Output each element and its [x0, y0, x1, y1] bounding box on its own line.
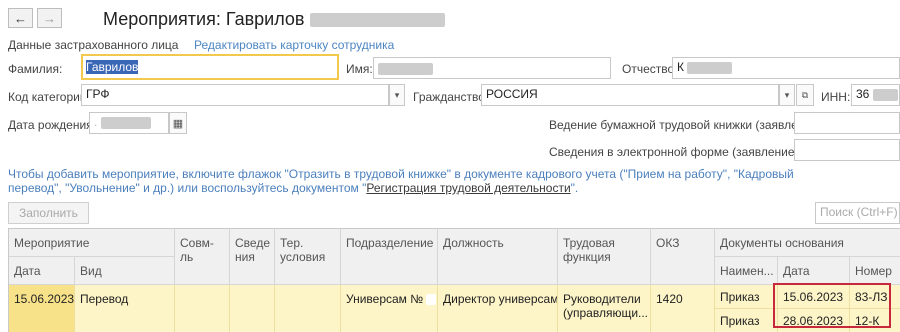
paper-book-label: Ведение бумажной трудовой книжки (заявле… [549, 118, 826, 132]
surname-label: Фамилия: [8, 62, 63, 76]
highlight-box [773, 283, 891, 328]
header-combined[interactable]: Совм-ль [175, 229, 230, 285]
header-position[interactable]: Должность [438, 229, 558, 285]
header-doc-number[interactable]: Номер [850, 257, 900, 285]
cell-conditions[interactable] [275, 285, 341, 332]
search-input[interactable]: Поиск (Ctrl+F) [815, 202, 900, 224]
citizenship-label: Гражданство: [413, 90, 489, 104]
redacted-block [687, 61, 733, 74]
chevron-down-icon: ▾ [394, 89, 400, 100]
patronymic-value: К [677, 60, 684, 74]
header-info[interactable]: Сведе ния [230, 229, 275, 285]
arrow-left-icon: ← [14, 10, 27, 26]
name-field[interactable] [373, 57, 611, 79]
calendar-icon: ▦ [172, 117, 184, 130]
patronymic-field[interactable]: К [672, 57, 900, 79]
cell-kind[interactable]: Перевод [75, 285, 175, 332]
edit-employee-link[interactable]: Редактировать карточку сотрудника [194, 38, 394, 52]
arrow-right-icon: → [43, 10, 56, 26]
header-function[interactable]: Трудовая функция [558, 229, 651, 285]
citizenship-field[interactable]: РОССИЯ [481, 84, 779, 106]
inn-label: ИНН: [821, 90, 851, 104]
category-dropdown-button[interactable]: ▾ [389, 84, 405, 106]
events-table: Мероприятие Дата Вид Совм-ль Сведе ния Т… [8, 228, 900, 332]
doc-name-2[interactable]: Приказ [715, 309, 778, 332]
electronic-form-label: Сведения в электронной форме (заявление)… [549, 145, 802, 159]
paper-book-field[interactable] [794, 112, 900, 134]
cell-info[interactable] [230, 285, 275, 332]
division-value: Универсам № [346, 292, 424, 306]
redacted-block [872, 88, 898, 101]
header-doc-name[interactable]: Наимен... [715, 257, 778, 285]
forward-button[interactable]: → [37, 8, 62, 28]
surname-value: Гаврилов [86, 60, 139, 74]
birth-date-field[interactable]: . [89, 112, 169, 134]
back-button[interactable]: ← [8, 8, 33, 28]
header-okz[interactable]: ОКЗ [651, 229, 715, 285]
citizenship-value: РОССИЯ [486, 87, 538, 101]
header-doc-date[interactable]: Дата [778, 257, 850, 285]
citizenship-dropdown-button[interactable]: ▾ [779, 84, 795, 106]
redacted-block [309, 13, 445, 28]
cell-position[interactable]: Директор универсама [438, 285, 558, 332]
patronymic-label: Отчество: [622, 62, 678, 76]
header-event[interactable]: Мероприятие [9, 229, 175, 257]
doc-name-1[interactable]: Приказ [715, 285, 778, 309]
cell-date[interactable]: 15.06.2023 [9, 285, 75, 332]
citizenship-open-button[interactable]: ⧉ [796, 84, 814, 106]
fill-button[interactable]: Заполнить [8, 202, 89, 224]
cell-function[interactable]: Руководители (управляющи... [558, 285, 651, 332]
cell-okz[interactable]: 1420 [651, 285, 715, 332]
inn-field[interactable]: 36 [851, 84, 900, 106]
redacted-block [426, 294, 437, 306]
category-label: Код категории: [8, 90, 90, 104]
registration-link[interactable]: Регистрация трудовой деятельности [366, 181, 570, 195]
date-placeholder: . [94, 115, 98, 129]
header-docs[interactable]: Документы основания [715, 229, 900, 257]
header-division[interactable]: Подразделение [341, 229, 438, 285]
birth-date-label: Дата рождения: [8, 118, 96, 132]
search-placeholder: Поиск (Ctrl+F) [820, 205, 898, 219]
cell-division[interactable]: Универсам № [341, 285, 438, 332]
calendar-button[interactable]: ▦ [169, 112, 187, 134]
header-conditions[interactable]: Тер. условия [275, 229, 341, 285]
header-kind[interactable]: Вид [75, 257, 175, 285]
inn-value: 36 [856, 87, 870, 101]
cell-combined[interactable] [175, 285, 230, 332]
surname-field[interactable]: Гаврилов [81, 54, 339, 80]
info-hint: Чтобы добавить мероприятие, включите фла… [8, 167, 828, 195]
chevron-down-icon: ▾ [784, 89, 790, 100]
electronic-form-field[interactable] [794, 139, 900, 161]
name-label: Имя: [346, 62, 373, 76]
page-title: Мероприятия: Гаврилов [103, 9, 445, 30]
header-date[interactable]: Дата [9, 257, 75, 285]
category-field[interactable]: ГРФ [81, 84, 389, 106]
category-value: ГРФ [86, 87, 110, 101]
redacted-block [100, 116, 151, 129]
insured-section-label: Данные застрахованного лица [8, 38, 179, 52]
redacted-block [378, 63, 433, 75]
info-tail: ". [570, 181, 579, 195]
open-window-icon: ⧉ [801, 89, 809, 100]
